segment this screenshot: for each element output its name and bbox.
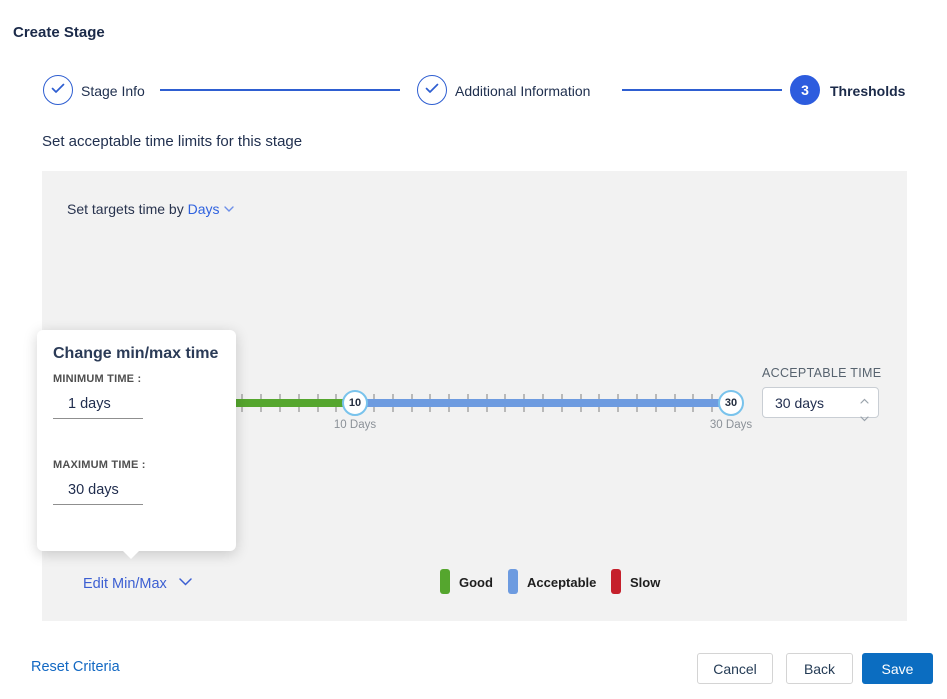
- acceptable-time-box: [762, 387, 879, 418]
- chevron-up-icon[interactable]: [860, 391, 869, 409]
- legend-acceptable-label: Acceptable: [527, 575, 596, 590]
- minimum-time-label: MINIMUM TIME :: [53, 373, 141, 385]
- edit-minmax-link[interactable]: Edit Min/Max: [83, 574, 192, 592]
- step-3-label[interactable]: Thresholds: [830, 83, 905, 99]
- legend-slow-label: Slow: [630, 575, 660, 590]
- chevron-down-icon: [179, 574, 192, 590]
- cancel-button[interactable]: Cancel: [697, 653, 773, 684]
- step-3-circle[interactable]: 3: [790, 75, 820, 105]
- maximum-time-label: MAXIMUM TIME :: [53, 459, 146, 471]
- slider-min-day-label: 10 Days: [325, 419, 385, 431]
- create-stage-dialog: Create Stage Stage Info Additional Infor…: [0, 0, 947, 699]
- step-connector: [622, 89, 782, 91]
- time-unit-dropdown[interactable]: Days: [188, 201, 220, 217]
- check-icon: [51, 81, 65, 99]
- step-2-circle[interactable]: [417, 75, 447, 105]
- slider-min-handle[interactable]: 10: [342, 390, 368, 416]
- chevron-down-icon[interactable]: [860, 409, 869, 427]
- legend-acceptable-swatch: [508, 569, 518, 594]
- minimum-time-input[interactable]: [53, 396, 143, 419]
- legend-slow-swatch: [611, 569, 621, 594]
- page-title: Create Stage: [13, 24, 105, 41]
- back-button[interactable]: Back: [786, 653, 853, 684]
- slider-max-day-label: 30 Days: [701, 419, 761, 431]
- reset-criteria-link[interactable]: Reset Criteria: [31, 659, 120, 675]
- chevron-down-icon[interactable]: [224, 199, 234, 215]
- check-icon: [425, 81, 439, 99]
- change-minmax-popup: Change min/max time MINIMUM TIME : MAXIM…: [37, 330, 236, 551]
- acceptable-time-stepper[interactable]: [858, 391, 870, 415]
- slider-max-handle[interactable]: 30: [718, 390, 744, 416]
- acceptable-time-label: ACCEPTABLE TIME: [762, 366, 881, 380]
- step-1-label[interactable]: Stage Info: [81, 83, 145, 99]
- set-targets-text: Set targets time by: [67, 201, 184, 217]
- legend-good-swatch: [440, 569, 450, 594]
- step-connector: [160, 89, 400, 91]
- slider-track-acceptable[interactable]: [355, 399, 731, 407]
- maximum-time-input[interactable]: [53, 482, 143, 505]
- legend-good-label: Good: [459, 575, 493, 590]
- edit-minmax-label: Edit Min/Max: [83, 576, 167, 592]
- save-button[interactable]: Save: [862, 653, 933, 684]
- popup-title: Change min/max time: [53, 345, 218, 363]
- popup-arrow: [122, 550, 140, 559]
- set-targets-line: Set targets time by Days: [67, 199, 234, 217]
- acceptable-time-input[interactable]: [775, 388, 855, 417]
- step-3-number: 3: [801, 82, 809, 98]
- step-1-circle[interactable]: [43, 75, 73, 105]
- step-2-label[interactable]: Additional Information: [455, 83, 590, 99]
- section-heading: Set acceptable time limits for this stag…: [42, 133, 302, 150]
